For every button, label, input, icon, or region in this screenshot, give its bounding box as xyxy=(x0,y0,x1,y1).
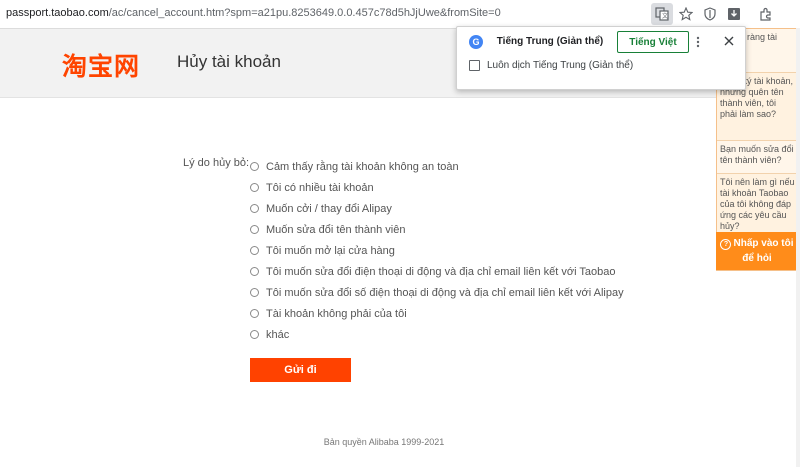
reason-option-label: Tôi có nhiều tài khoản xyxy=(266,181,374,194)
radio-button[interactable] xyxy=(250,267,259,276)
google-translate-icon: G xyxy=(469,35,483,49)
radio-button[interactable] xyxy=(250,225,259,234)
reason-label: Lý do hủy bỏ: xyxy=(183,157,250,169)
close-icon[interactable] xyxy=(723,34,735,52)
radio-button[interactable] xyxy=(250,288,259,297)
url-host: passport.taobao.com xyxy=(6,7,109,19)
reason-option[interactable]: Cảm thấy rằng tài khoản không an toàn xyxy=(250,156,624,177)
source-language-tab[interactable]: Tiếng Trung (Giản thể) xyxy=(487,31,613,53)
reason-option[interactable]: Muốn cởi / thay đổi Alipay xyxy=(250,198,624,219)
reason-option[interactable]: Tôi muốn mở lại cửa hàng xyxy=(250,240,624,261)
translate-popup: G Tiếng Trung (Giản thể) Tiếng Việt Luôn… xyxy=(456,26,746,90)
reason-option[interactable]: Tôi muốn sửa đổi điện thoại di động và đ… xyxy=(250,261,624,282)
radio-button[interactable] xyxy=(250,204,259,213)
url-text[interactable]: passport.taobao.com/ac/cancel_account.ht… xyxy=(6,7,501,19)
reason-option-label: Cảm thấy rằng tài khoản không an toàn xyxy=(266,160,459,173)
reason-option[interactable]: Tôi muốn sửa đổi số điện thoại di động v… xyxy=(250,282,624,303)
extensions-puzzle-icon[interactable] xyxy=(755,3,777,25)
url-path: /ac/cancel_account.htm?spm=a21pu.8253649… xyxy=(108,7,501,19)
help-question[interactable]: Bạn muốn sửa đổi tên thành viên? xyxy=(717,141,798,174)
copyright-text: Bản quyền Alibaba 1999-2021 xyxy=(323,437,445,447)
ask-help-label: Nhấp vào tôi để hỏi xyxy=(733,238,794,264)
reason-option-label: Tôi muốn sửa đổi số điện thoại di động v… xyxy=(266,286,624,299)
ask-help-button[interactable]: ? Nhấp vào tôi để hỏi xyxy=(716,232,798,270)
address-bar[interactable]: passport.taobao.com/ac/cancel_account.ht… xyxy=(0,0,800,29)
radio-button[interactable] xyxy=(250,183,259,192)
help-question-icon: ? xyxy=(720,239,732,250)
radio-button[interactable] xyxy=(250,162,259,171)
translate-icon[interactable]: 文 xyxy=(651,3,673,25)
always-translate-checkbox[interactable] xyxy=(469,60,480,71)
reason-option-label: Muốn sửa đổi tên thành viên xyxy=(266,223,406,236)
reason-option[interactable]: Tài khoản không phải của tôi xyxy=(250,303,624,324)
radio-button[interactable] xyxy=(250,246,259,255)
target-language-tab[interactable]: Tiếng Việt xyxy=(617,31,689,53)
reason-option-label: Muốn cởi / thay đổi Alipay xyxy=(266,202,392,215)
radio-button[interactable] xyxy=(250,309,259,318)
download-icon[interactable] xyxy=(723,3,745,25)
reason-option-label: khác xyxy=(266,328,290,341)
svg-text:文: 文 xyxy=(662,12,668,20)
scrollbar[interactable] xyxy=(796,28,800,467)
reason-option[interactable]: khác xyxy=(250,324,624,345)
submit-button[interactable]: Gửi đi xyxy=(250,358,351,382)
reason-option-label: Tôi muốn sửa đổi điện thoại di động và đ… xyxy=(266,265,616,278)
reason-options: Cảm thấy rằng tài khoản không an toàn Tô… xyxy=(250,156,624,345)
always-translate-row[interactable]: Luôn dịch Tiếng Trung (Giản thể) xyxy=(469,60,633,71)
reason-option-label: Tài khoản không phải của tôi xyxy=(266,307,407,320)
more-options-icon[interactable] xyxy=(696,35,700,53)
radio-button[interactable] xyxy=(250,330,259,339)
reason-option[interactable]: Muốn sửa đổi tên thành viên xyxy=(250,219,624,240)
shield-icon[interactable] xyxy=(699,3,721,25)
reason-option[interactable]: Tôi có nhiều tài khoản xyxy=(250,177,624,198)
always-translate-label: Luôn dịch Tiếng Trung (Giản thể) xyxy=(487,60,634,71)
page-title: Hủy tài khoản xyxy=(177,52,281,71)
bookmark-star-icon[interactable] xyxy=(675,3,697,25)
reason-option-label: Tôi muốn mở lại cửa hàng xyxy=(266,244,395,257)
taobao-logo[interactable]: 淘宝网 xyxy=(62,47,140,83)
